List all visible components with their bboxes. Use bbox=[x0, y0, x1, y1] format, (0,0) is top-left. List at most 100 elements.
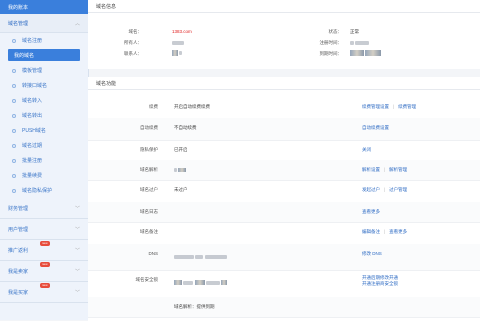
sidebar-section-domain[interactable]: 域名管理 ︿ bbox=[0, 14, 88, 33]
chevron-down-icon: ﹀ bbox=[74, 247, 80, 254]
action-separator: | bbox=[384, 187, 386, 192]
sidebar-subitem[interactable]: PUSH域名 bbox=[0, 123, 88, 138]
owner-value bbox=[172, 40, 184, 45]
action-separator: | bbox=[384, 229, 386, 234]
redacted-lock-status bbox=[174, 280, 228, 286]
function-action-link[interactable]: 自动续费设置 bbox=[362, 125, 389, 130]
domain-function-panel: 域名功能 续费 开启自动续费续费 续费管理设置 | 续费管理 自动续费 不自动续费 自动续费设… bbox=[88, 77, 480, 321]
function-action-link[interactable]: 查看更多 bbox=[389, 229, 407, 234]
function-name: 自动续费 bbox=[140, 125, 158, 130]
new-badge: new bbox=[40, 262, 50, 267]
sidebar-subitem-label: 我的域名 bbox=[14, 52, 35, 59]
redacted-dns-servers bbox=[174, 254, 227, 259]
chevron-up-icon: ︿ bbox=[74, 20, 80, 27]
function-value: 不自动续费 bbox=[174, 125, 197, 130]
sidebar-subitem[interactable]: 域名过期 bbox=[0, 138, 88, 153]
sidebar-section-label: 域名管理 bbox=[8, 20, 29, 27]
sidebar-subitem[interactable]: 域名隐私保护 bbox=[0, 183, 88, 198]
function-action-link[interactable]: 发起过户 bbox=[362, 187, 380, 192]
new-badge: new bbox=[40, 283, 50, 288]
function-actions: 续费管理设置 | 续费管理 bbox=[362, 104, 420, 110]
sidebar-group-label: 财务管理 bbox=[8, 205, 29, 212]
sidebar-subitem[interactable]: 我的域名 bbox=[8, 49, 80, 61]
sidebar-subitem[interactable]: 批量注册 bbox=[0, 153, 88, 168]
sidebar-header[interactable]: 我的账本 bbox=[0, 0, 88, 14]
bullet-icon bbox=[12, 188, 16, 193]
function-action-link[interactable]: 续费管理设置 bbox=[362, 104, 389, 109]
chevron-down-icon: ﹀ bbox=[74, 268, 80, 275]
expire-time-label: 到期时间： bbox=[319, 51, 343, 56]
function-action-link[interactable]: 续费管理 bbox=[398, 104, 416, 109]
bullet-icon bbox=[12, 83, 16, 88]
function-row: 续费 开启自动续费续费 续费管理设置 | 续费管理 bbox=[88, 97, 480, 119]
function-row: 隐私保护 已开启 关闭 bbox=[88, 140, 480, 161]
function-name: 域名过户 bbox=[140, 187, 158, 192]
function-actions: 发起过户 | 过户管理 bbox=[362, 187, 411, 193]
contact-value bbox=[172, 50, 183, 56]
bullet-icon bbox=[12, 143, 16, 148]
function-row: 域名过户 未过户 发起过户 | 过户管理 bbox=[88, 180, 480, 203]
function-name: 域名日志 bbox=[140, 209, 158, 214]
function-action-link[interactable]: 解析管理 bbox=[389, 167, 407, 172]
bullet-icon bbox=[12, 68, 16, 73]
expire-time-value bbox=[350, 50, 382, 56]
sidebar-subitem-label: 域名转入 bbox=[22, 98, 43, 104]
function-row: 域名安全锁 开通后期修改开通 开通注册商安全锁 bbox=[88, 270, 480, 298]
sidebar-subitem[interactable]: 批量续费 bbox=[0, 168, 88, 183]
sidebar-subitem-label: 域名转出 bbox=[22, 113, 43, 119]
function-action-link[interactable]: 过户管理 bbox=[389, 187, 407, 192]
function-actions: 开通后期修改开通 开通注册商安全锁 bbox=[362, 275, 398, 287]
sidebar-group[interactable]: 财务管理 ﹀ bbox=[0, 198, 88, 219]
action-separator: | bbox=[393, 104, 395, 109]
function-actions: 查看更多 bbox=[362, 209, 384, 215]
sidebar-group-label: 推广返利 bbox=[8, 247, 29, 254]
sidebar-subitem-label: 域名过期 bbox=[22, 143, 43, 149]
new-badge: new bbox=[40, 241, 50, 246]
function-action-link[interactable]: 关闭 bbox=[362, 147, 371, 152]
sidebar-subitem[interactable]: 转接口域名 bbox=[0, 78, 88, 93]
function-value: 已开启 bbox=[174, 147, 188, 152]
sidebar-subitem[interactable]: 域名转出 bbox=[0, 108, 88, 123]
function-value: 未过户 bbox=[174, 187, 188, 192]
function-actions: 解析设置 | 解析管理 bbox=[362, 167, 411, 173]
sidebar-group-label: 用户管理 bbox=[8, 226, 29, 233]
sidebar-group[interactable]: 我是卖家 new ﹀ bbox=[0, 261, 88, 282]
function-row: 域名解析 解析设置 | 解析管理 bbox=[88, 160, 480, 181]
sidebar-subitem[interactable]: 域名注册 bbox=[0, 33, 88, 48]
sidebar-subitem-label: 批量注册 bbox=[22, 158, 43, 164]
main-content: 域名信息 域名： 1383.com 状态： 正常 所有人： 注册时间： 联系人：… bbox=[88, 0, 480, 321]
function-action-link[interactable]: 查看更多 bbox=[362, 209, 380, 214]
function-action-link[interactable]: 解析设置 bbox=[362, 167, 380, 172]
domain-label: 域名： bbox=[128, 29, 143, 34]
sidebar-subitem[interactable]: 模板管理 bbox=[0, 63, 88, 78]
redacted-value bbox=[174, 167, 187, 172]
owner-label: 所有人： bbox=[124, 40, 142, 45]
function-action-link[interactable]: 修改 DNS bbox=[362, 251, 382, 256]
sidebar-subitem-label: PUSH域名 bbox=[22, 128, 46, 134]
function-actions: 关闭 bbox=[362, 147, 375, 153]
function-name: 域名备注 bbox=[140, 229, 158, 234]
chevron-down-icon: ﹀ bbox=[74, 289, 80, 296]
contact-label: 联系人： bbox=[124, 51, 142, 56]
sidebar-group[interactable]: 推广返利 new ﹀ bbox=[0, 240, 88, 261]
function-row: 自动续费 不自动续费 自动续费设置 bbox=[88, 118, 480, 141]
domain-info-title: 域名信息 bbox=[88, 0, 480, 13]
function-name: 域名安全锁 bbox=[135, 277, 159, 282]
function-action-link[interactable]: 开通注册商安全锁 bbox=[362, 281, 398, 287]
sidebar-group[interactable]: 用户管理 ﹀ bbox=[0, 219, 88, 240]
sidebar-group[interactable]: 我是买家 new ﹀ bbox=[0, 282, 88, 303]
sidebar-subitem[interactable]: 域名转入 bbox=[0, 93, 88, 108]
function-actions: 自动续费设置 bbox=[362, 125, 393, 131]
sidebar-subitem-label: 域名注册 bbox=[22, 38, 43, 44]
function-row: 域名日志 查看更多 bbox=[88, 202, 480, 223]
function-row: 域名解析：提供到期 bbox=[88, 297, 480, 318]
sidebar-subitem-label: 模板管理 bbox=[22, 68, 43, 74]
function-action-link[interactable]: 编辑备注 bbox=[362, 229, 380, 234]
sidebar-subitem-label: 转接口域名 bbox=[22, 83, 48, 89]
register-time-label: 注册时间： bbox=[319, 40, 343, 45]
function-row: DNS 修改 DNS bbox=[88, 244, 480, 271]
bullet-icon bbox=[12, 173, 16, 178]
chevron-down-icon: ﹀ bbox=[74, 205, 80, 212]
domain-function-title: 域名功能 bbox=[88, 77, 480, 90]
function-name: 隐私保护 bbox=[140, 147, 158, 152]
